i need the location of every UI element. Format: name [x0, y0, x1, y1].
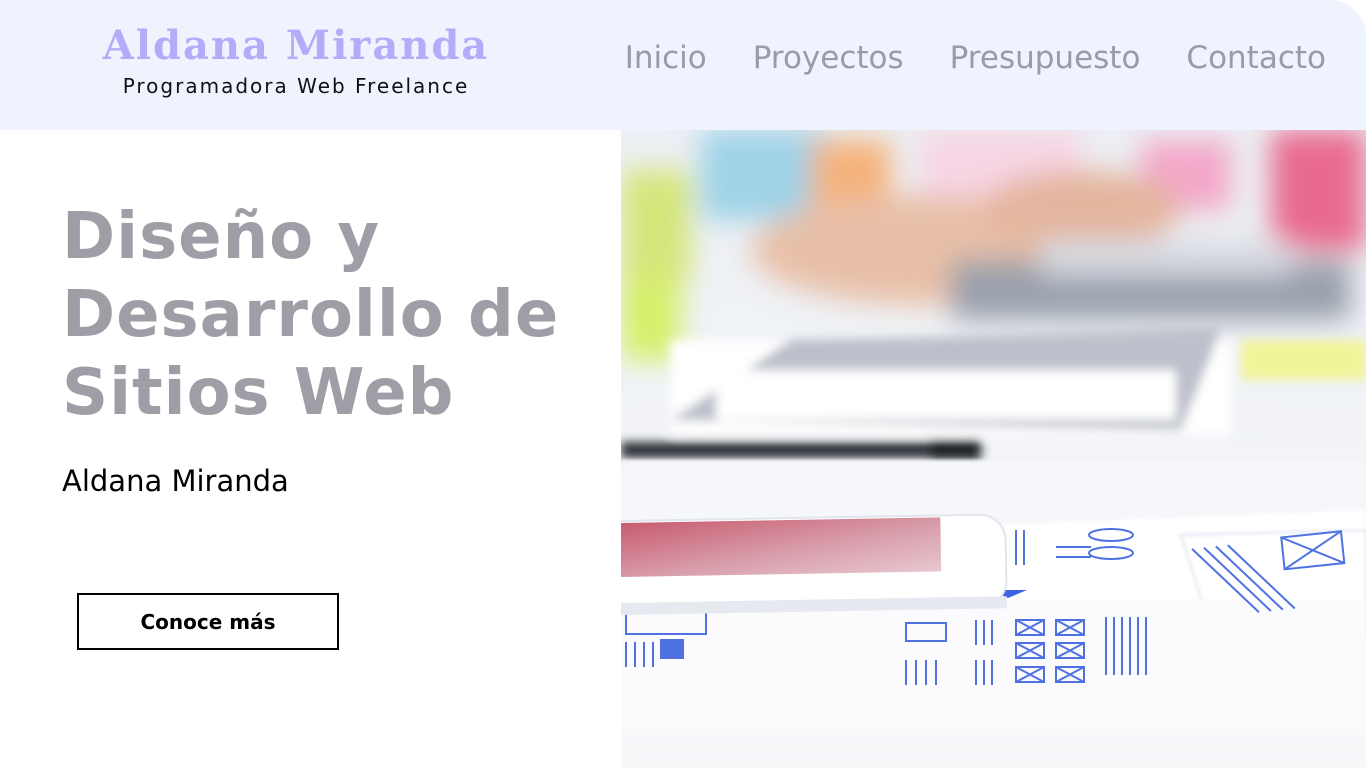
hero-title-line: Diseño y — [62, 200, 381, 274]
nav-link-inicio[interactable]: Inicio — [625, 34, 707, 82]
brand-tagline: Programadora Web Freelance — [122, 74, 470, 98]
nav-link-proyectos[interactable]: Proyectos — [753, 34, 904, 82]
laptop-wireframes-photo-icon — [621, 130, 1366, 768]
conoce-mas-button[interactable]: Conoce más — [77, 593, 339, 650]
site-header: Aldana Miranda Programadora Web Freelanc… — [0, 0, 1366, 130]
hero-author: Aldana Miranda — [62, 464, 289, 498]
nav-link-presupuesto[interactable]: Presupuesto — [950, 34, 1141, 82]
nav-link-contacto[interactable]: Contacto — [1186, 34, 1326, 82]
brand[interactable]: Aldana Miranda Programadora Web Freelanc… — [96, 20, 496, 100]
hero-image — [621, 130, 1366, 768]
brand-name: Aldana Miranda — [102, 22, 490, 69]
hero-title-line: Sitios Web — [62, 356, 455, 430]
hero-title: Diseño y Desarrollo de Sitios Web — [62, 198, 602, 432]
hero-title-line: Desarrollo de — [62, 278, 560, 352]
main-nav: Inicio Proyectos Presupuesto Contacto — [625, 34, 1326, 82]
